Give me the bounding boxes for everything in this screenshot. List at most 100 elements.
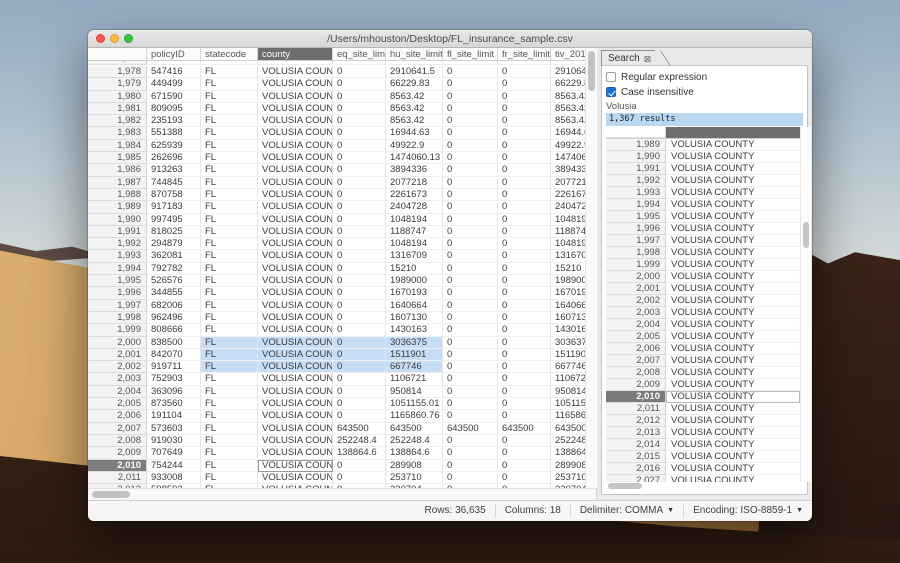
- table-cell[interactable]: 0: [333, 164, 386, 176]
- result-value-cell[interactable]: VOLUSIA COUNTY: [666, 355, 800, 367]
- table-row[interactable]: 1,984625939FLVOLUSIA COUNTY049922.900499…: [88, 140, 585, 152]
- table-cell[interactable]: 962496: [147, 312, 201, 324]
- table-cell[interactable]: 0: [498, 152, 551, 164]
- result-value-cell[interactable]: VOLUSIA COUNTY: [666, 475, 800, 482]
- table-cell[interactable]: 667746: [386, 361, 443, 373]
- table-cell[interactable]: 0: [443, 214, 498, 226]
- table-cell[interactable]: 0: [443, 472, 498, 484]
- result-row-number[interactable]: 2,013: [606, 427, 666, 439]
- table-cell[interactable]: 0: [333, 152, 386, 164]
- search-result-row[interactable]: 1,997VOLUSIA COUNTY: [606, 235, 800, 247]
- result-row-number[interactable]: 1,999: [606, 259, 666, 271]
- result-row-number[interactable]: 1,997: [606, 235, 666, 247]
- search-query-input[interactable]: Volusia: [606, 100, 803, 113]
- result-value-cell[interactable]: VOLUSIA COUNTY: [666, 427, 800, 439]
- table-cell[interactable]: FL: [201, 263, 258, 275]
- table-cell[interactable]: 0: [333, 91, 386, 103]
- table-cell[interactable]: 0: [333, 398, 386, 410]
- row-number-cell[interactable]: 2,008: [88, 435, 147, 447]
- table-cell[interactable]: 0: [333, 460, 386, 472]
- table-row[interactable]: 1,999808666FLVOLUSIA COUNTY0143016300143…: [88, 324, 585, 336]
- table-row[interactable]: 1,978547416FLVOLUSIA COUNTY02910641.5002…: [88, 66, 585, 78]
- table-cell[interactable]: FL: [201, 61, 258, 65]
- table-cell[interactable]: 0: [443, 226, 498, 238]
- table-cell[interactable]: 0: [333, 361, 386, 373]
- table-cell[interactable]: 995868: [386, 61, 443, 65]
- table-cell[interactable]: 0: [443, 300, 498, 312]
- table-cell[interactable]: VOLUSIA COUNTY: [258, 91, 333, 103]
- table-cell[interactable]: 1640664: [386, 300, 443, 312]
- table-cell[interactable]: 1188747: [386, 226, 443, 238]
- row-number-cell[interactable]: 2,001: [88, 349, 147, 361]
- table-cell[interactable]: 707649: [147, 447, 201, 459]
- row-number-cell[interactable]: 1,978: [88, 66, 147, 78]
- table-cell[interactable]: 0: [498, 226, 551, 238]
- table-cell[interactable]: FL: [201, 103, 258, 115]
- table-cell[interactable]: 917183: [147, 201, 201, 213]
- table-cell[interactable]: FL: [201, 140, 258, 152]
- vertical-scrollbar-thumb[interactable]: [588, 51, 595, 91]
- table-cell[interactable]: VOLUSIA COUNTY: [258, 103, 333, 115]
- result-row-number[interactable]: 1,994: [606, 199, 666, 211]
- table-row[interactable]: 2,011933008FLVOLUSIA COUNTY0253710002537…: [88, 472, 585, 484]
- table-cell[interactable]: 0: [443, 275, 498, 287]
- table-cell[interactable]: 0: [333, 324, 386, 336]
- table-cell[interactable]: FL: [201, 152, 258, 164]
- result-row-number[interactable]: 2,009: [606, 379, 666, 391]
- result-value-cell[interactable]: VOLUSIA COUNTY: [666, 415, 800, 427]
- table-cell[interactable]: 1607130: [386, 312, 443, 324]
- row-number-cell[interactable]: 1,979: [88, 78, 147, 90]
- result-value-cell[interactable]: VOLUSIA COUNTY: [666, 139, 800, 151]
- table-cell[interactable]: 0: [443, 398, 498, 410]
- result-value-cell[interactable]: VOLUSIA COUNTY: [666, 331, 800, 343]
- table-cell[interactable]: 0: [498, 91, 551, 103]
- table-cell[interactable]: FL: [201, 238, 258, 250]
- result-value-cell[interactable]: VOLUSIA COUNTY: [666, 211, 800, 223]
- result-row-number[interactable]: 2,010: [606, 391, 666, 403]
- result-value-cell[interactable]: VOLUSIA COUNTY: [666, 367, 800, 379]
- search-result-row[interactable]: 1,996VOLUSIA COUNTY: [606, 223, 800, 235]
- table-cell[interactable]: FL: [201, 361, 258, 373]
- table-cell[interactable]: 2910641.5: [386, 66, 443, 78]
- result-value-cell[interactable]: VOLUSIA COUNTY: [666, 187, 800, 199]
- table-cell[interactable]: 0: [333, 61, 386, 65]
- table-row[interactable]: 1,989917183FLVOLUSIA COUNTY0240472800240…: [88, 201, 585, 213]
- table-cell[interactable]: FL: [201, 435, 258, 447]
- table-cell[interactable]: 950814: [551, 386, 585, 398]
- table-cell[interactable]: 0: [443, 66, 498, 78]
- result-value-cell[interactable]: VOLUSIA COUNTY: [666, 175, 800, 187]
- table-cell[interactable]: VOLUSIA COUNTY: [258, 214, 333, 226]
- table-cell[interactable]: 0: [498, 78, 551, 90]
- table-cell[interactable]: 138864.6: [551, 447, 585, 459]
- table-cell[interactable]: VOLUSIA COUNTY: [258, 287, 333, 299]
- titlebar[interactable]: /Users/mhouston/Desktop/FL_insurance_sam…: [88, 30, 812, 48]
- encoding-dropdown[interactable]: Encoding: ISO-8859-1 ▼: [683, 504, 812, 518]
- table-row[interactable]: 2,003752903FLVOLUSIA COUNTY0110672100110…: [88, 373, 585, 385]
- table-cell[interactable]: VOLUSIA COUNTY: [258, 349, 333, 361]
- column-header-fl_site_limit[interactable]: fl_site_limit: [443, 48, 498, 60]
- table-cell[interactable]: FL: [201, 250, 258, 262]
- table-cell[interactable]: 252248.4: [386, 435, 443, 447]
- table-cell[interactable]: 1670193: [386, 287, 443, 299]
- results-vertical-scrollbar[interactable]: [800, 127, 811, 482]
- table-cell[interactable]: 754244: [147, 460, 201, 472]
- row-number-cell[interactable]: 1,983: [88, 127, 147, 139]
- search-result-row[interactable]: 1,995VOLUSIA COUNTY: [606, 211, 800, 223]
- column-header-eq_site_limit[interactable]: eq_site_limit: [333, 48, 386, 60]
- table-cell[interactable]: 0: [498, 275, 551, 287]
- table-cell[interactable]: 2261673: [551, 189, 585, 201]
- table-cell[interactable]: 551388: [147, 127, 201, 139]
- table-cell[interactable]: 362081: [147, 250, 201, 262]
- table-cell[interactable]: 3036375: [551, 337, 585, 349]
- table-row[interactable]: 1,986913263FLVOLUSIA COUNTY0389433600389…: [88, 164, 585, 176]
- search-result-row[interactable]: 2,005VOLUSIA COUNTY: [606, 331, 800, 343]
- table-cell[interactable]: FL: [201, 386, 258, 398]
- table-cell[interactable]: 0: [443, 287, 498, 299]
- row-number-cell[interactable]: 1,987: [88, 177, 147, 189]
- row-number-cell[interactable]: 2,004: [88, 386, 147, 398]
- table-row[interactable]: 1,983551388FLVOLUSIA COUNTY016944.630016…: [88, 127, 585, 139]
- table-row[interactable]: 1,979449499FLVOLUSIA COUNTY066229.830066…: [88, 78, 585, 90]
- table-cell[interactable]: 573603: [147, 423, 201, 435]
- table-cell[interactable]: VOLUSIA COUNTY: [258, 386, 333, 398]
- table-row[interactable]: 1,988870758FLVOLUSIA COUNTY0226167300226…: [88, 189, 585, 201]
